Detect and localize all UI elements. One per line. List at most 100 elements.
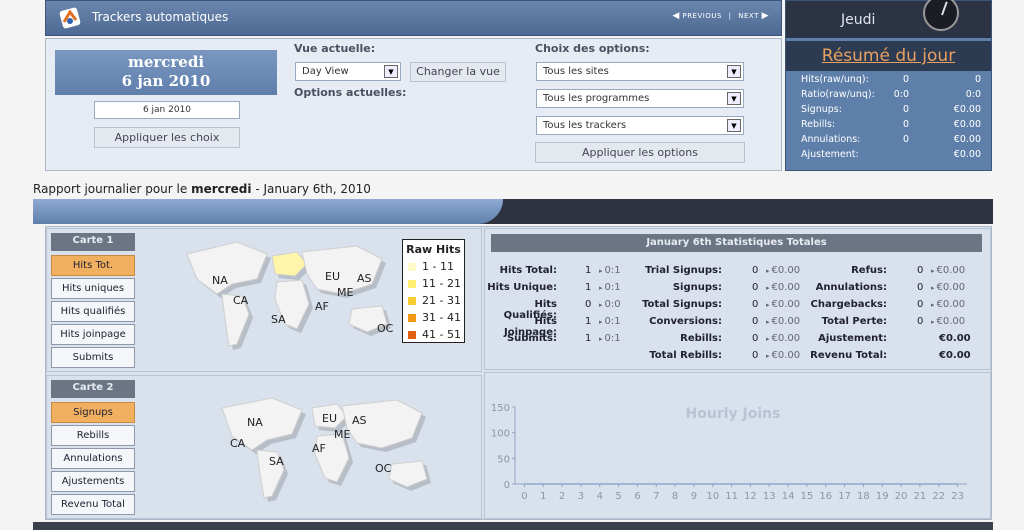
- date-input[interactable]: 6 jan 2010: [94, 101, 240, 119]
- map2-label-ca: CA: [230, 437, 246, 450]
- options-panel: mercredi 6 jan 2010 6 jan 2010 Appliquer…: [45, 38, 782, 171]
- map1-button-3[interactable]: Hits joinpage: [51, 324, 135, 345]
- caret-right-icon: ▸: [599, 267, 603, 275]
- previous-link[interactable]: PREVIOUS: [682, 12, 721, 20]
- caret-right-icon: ▸: [766, 352, 770, 360]
- map1-button-2[interactable]: Hits qualifiés: [51, 301, 135, 322]
- stat-label: Chargebacks:: [810, 299, 887, 310]
- x-tick-label: 6: [634, 491, 640, 502]
- chevron-right-icon[interactable]: ▶: [762, 11, 769, 21]
- stat-value: 1: [585, 282, 592, 293]
- legend-item: 41 - 51: [408, 328, 466, 342]
- header-nav: ◀ PREVIOUS | NEXT ▶: [672, 11, 769, 21]
- stat-delta: ▸ €0.00: [931, 265, 965, 276]
- caret-right-icon: ▸: [931, 318, 935, 326]
- stat-label: Trial Signups:: [645, 265, 722, 276]
- map1-button-1[interactable]: Hits uniques: [51, 278, 135, 299]
- caret-right-icon: ▸: [599, 301, 603, 309]
- programs-select[interactable]: Tous les programmes ▼: [536, 89, 744, 108]
- map2-world-map: NA CA SA EU AS ME AF OC: [221, 397, 431, 502]
- summary-row-count: 0: [902, 134, 909, 145]
- stat-label: Ajustement:: [818, 333, 887, 344]
- stat-delta-value: €0.00: [936, 299, 966, 310]
- map2-button-3[interactable]: Ajustements: [51, 471, 135, 492]
- map2-button-4[interactable]: Revenu Total: [51, 494, 135, 515]
- legend-item: 21 - 31: [408, 294, 466, 308]
- y-tick-label: 150: [491, 403, 510, 414]
- legend-title: Raw Hits: [406, 243, 461, 256]
- chevron-left-icon[interactable]: ◀: [672, 11, 679, 21]
- legend-swatch: [408, 314, 416, 322]
- daily-summary-panel: Jeudi Résumé du jour Hits(raw/unq): 0 0 Rat…: [785, 0, 992, 171]
- stat-delta-value: 0:1: [604, 265, 621, 276]
- summary-row-value: 0:0: [965, 89, 981, 100]
- stat-label: Rebills:: [680, 333, 722, 344]
- stats-title: January 6th Statistiques Totales: [491, 234, 982, 252]
- map1-label-oc: OC: [377, 322, 394, 335]
- legend-label: 11 - 21: [422, 277, 461, 290]
- y-tick-label: 100: [491, 429, 510, 440]
- map2-button-2[interactable]: Annulations: [51, 448, 135, 469]
- map-legend: Raw Hits 1 - 11 11 - 21 21 - 31 31 - 41 41 -…: [402, 239, 465, 343]
- stat-label: Total Perte:: [821, 316, 887, 327]
- legend-label: 1 - 11: [422, 260, 454, 273]
- view-select[interactable]: Day View ▼: [295, 62, 401, 81]
- summary-row-label: Rebills:: [801, 119, 836, 130]
- stat-value: 0: [917, 265, 924, 276]
- map2-label-na: NA: [247, 416, 263, 429]
- y-tick-label: 0: [504, 480, 510, 491]
- legend-swatch: [408, 263, 416, 271]
- summary-row-count: 0: [902, 104, 909, 115]
- stat-value: 1: [585, 316, 592, 327]
- legend-item: 31 - 41: [408, 311, 466, 325]
- x-tick-label: 5: [615, 491, 621, 502]
- dropdown-arrow-icon[interactable]: ▼: [727, 119, 741, 132]
- map1-button-0[interactable]: Hits Tot.: [51, 255, 135, 276]
- sites-select[interactable]: Tous les sites ▼: [536, 62, 744, 81]
- summary-row-label: Signups:: [801, 104, 842, 115]
- date-full: 6 jan 2010: [121, 72, 211, 90]
- next-link[interactable]: NEXT: [738, 12, 759, 20]
- map2-label-oc: OC: [375, 462, 392, 475]
- caret-right-icon: ▸: [766, 267, 770, 275]
- stat-delta-value: €0.00: [771, 299, 801, 310]
- dropdown-arrow-icon[interactable]: ▼: [727, 65, 741, 78]
- x-tick-label: 17: [838, 491, 851, 502]
- summary-row-count: 0: [902, 74, 909, 85]
- summary-title-link[interactable]: Résumé du jour: [786, 41, 991, 71]
- report-prefix: Rapport journalier pour le: [33, 182, 192, 196]
- hourly-joins-chart: Hourly Joins0501001500 1 2 3 4 5 6 7 8 9 10 11 12 13 1…: [491, 403, 967, 502]
- summary-row: Rebills: 0 €0.00: [801, 119, 981, 134]
- x-tick-label: 13: [763, 491, 776, 502]
- stat-delta: ▸ 0:1: [599, 333, 621, 344]
- stat-delta: ▸ €0.00: [931, 282, 965, 293]
- stat-delta-value: €0.00: [936, 316, 966, 327]
- view-label: Vue actuelle:: [294, 42, 376, 55]
- stat-delta: ▸ €0.00: [766, 350, 800, 361]
- apply-choices-button[interactable]: Appliquer les choix: [94, 127, 240, 148]
- stat-label: Signups:: [672, 282, 722, 293]
- change-view-button[interactable]: Changer la vue: [410, 62, 506, 82]
- caret-right-icon: ▸: [931, 284, 935, 292]
- map2-label-eu: EU: [322, 412, 337, 425]
- x-tick-label: 12: [744, 491, 757, 502]
- map1-button-4[interactable]: Submits: [51, 347, 135, 368]
- dropdown-arrow-icon[interactable]: ▼: [384, 65, 398, 78]
- trackers-select[interactable]: Tous les trackers ▼: [536, 116, 744, 135]
- choice-options-label: Choix des options:: [535, 42, 650, 55]
- dropdown-arrow-icon[interactable]: ▼: [727, 92, 741, 105]
- stat-delta: ▸ €0.00: [766, 316, 800, 327]
- date-day: mercredi: [127, 53, 205, 71]
- apply-options-button[interactable]: Appliquer les options: [535, 142, 745, 163]
- x-tick-label: 7: [653, 491, 659, 502]
- x-tick-label: 23: [951, 491, 964, 502]
- map2-button-1[interactable]: Rebills: [51, 425, 135, 446]
- map1-label-na: NA: [212, 274, 228, 287]
- legend-swatch: [408, 331, 416, 339]
- stat-delta: ▸ 0:1: [599, 282, 621, 293]
- stat-delta: ▸ €0.00: [766, 282, 800, 293]
- summary-row-value: 0: [974, 74, 981, 85]
- y-tick-label: 50: [497, 454, 510, 465]
- x-tick-label: 15: [801, 491, 814, 502]
- map2-button-0[interactable]: Signups: [51, 402, 135, 423]
